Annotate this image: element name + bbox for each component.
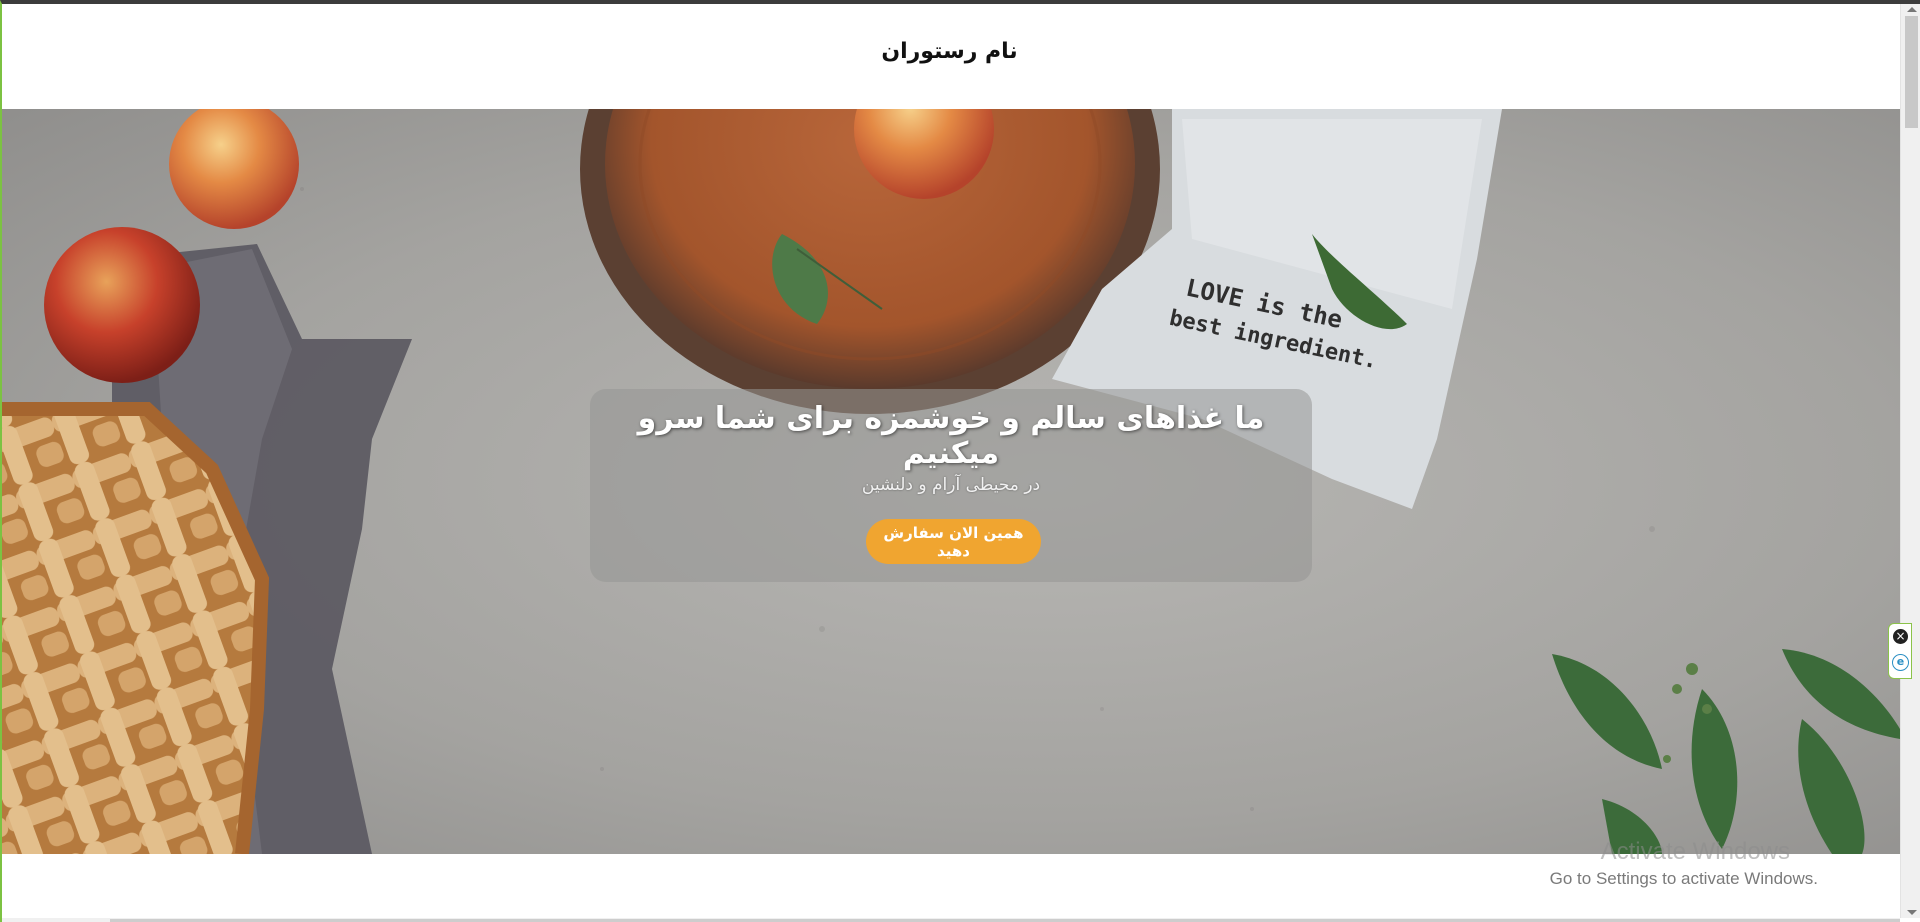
scroll-up-icon[interactable] <box>1907 7 1917 12</box>
extension-side-widget: × e <box>1888 623 1912 679</box>
vertical-scroll-thumb[interactable] <box>1905 16 1918 128</box>
e-icon[interactable]: e <box>1892 654 1909 671</box>
restaurant-name[interactable]: نام رستوران <box>881 39 1017 64</box>
horizontal-scrollbar[interactable] <box>2 918 1900 922</box>
page: نام رستوران LOVE is the best ingredient.… <box>2 4 1900 918</box>
vertical-scrollbar[interactable] <box>1900 4 1920 918</box>
browser-viewport: نام رستوران LOVE is the best ingredient.… <box>0 0 1920 922</box>
activation-title: Activate Windows <box>1600 838 1790 865</box>
order-now-button[interactable]: همین الان سفارش دهید <box>866 519 1041 564</box>
hero-section: LOVE is the best ingredient. ما غذاهای س… <box>2 109 1900 854</box>
close-icon[interactable]: × <box>1893 629 1908 644</box>
hero-overlay: ما غذاهای سالم و خوشمزه برای شما سرو میک… <box>590 389 1312 582</box>
scroll-down-icon[interactable] <box>1907 910 1917 915</box>
hero-heading: ما غذاهای سالم و خوشمزه برای شما سرو میک… <box>637 401 1265 471</box>
activation-subtitle: Go to Settings to activate Windows. <box>1549 869 1818 888</box>
hero-subheading: در محیطی آرام و دلنشین <box>861 475 1041 495</box>
site-header: نام رستوران <box>2 4 1900 109</box>
